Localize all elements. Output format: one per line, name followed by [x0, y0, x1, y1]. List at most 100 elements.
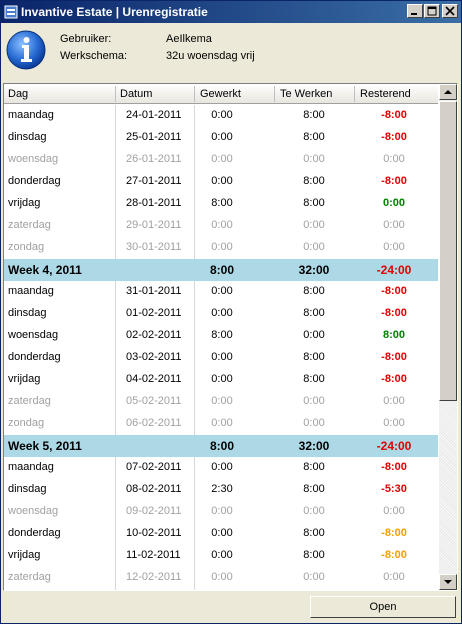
column-header-gewerkt[interactable]: Gewerkt	[200, 88, 241, 100]
cell-dag: woensdag	[8, 329, 59, 341]
cell-resterend: -8:00	[381, 307, 407, 319]
cell-tewerken: 8:00	[303, 131, 325, 143]
cell-gewerkt: 0:00	[211, 351, 233, 363]
cell-tewerken: 8:00	[303, 197, 325, 209]
open-button[interactable]: Open	[310, 596, 456, 618]
table-row[interactable]: dinsdag 25-01-2011 0:00 8:00 -8:00	[4, 127, 438, 149]
info-icon	[6, 30, 46, 70]
column-divider[interactable]	[115, 86, 116, 102]
table-row[interactable]: vrijdag 04-02-2011 0:00 8:00 -8:00	[4, 369, 438, 391]
scroll-down-button[interactable]	[439, 574, 457, 590]
table-row[interactable]: woensdag 09-02-2011 0:00 0:00 0:00	[4, 501, 438, 523]
cell-dag: woensdag	[8, 505, 59, 517]
week-summary-row[interactable]: Week 4, 2011 8:00 32:00 -24:00	[4, 259, 438, 281]
column-divider[interactable]	[194, 86, 195, 102]
cell-dag: maandag	[8, 109, 54, 121]
cell-resterend: -24:00	[376, 439, 412, 453]
cell-dag: zaterdag	[8, 395, 51, 407]
table-row[interactable]: donderdag 10-02-2011 0:00 8:00 -8:00	[4, 523, 438, 545]
close-button[interactable]	[442, 4, 458, 18]
table-row[interactable]: zondag 06-02-2011 0:00 0:00 0:00	[4, 413, 438, 435]
cell-resterend: -8:00	[381, 175, 407, 187]
cell-tewerken: 0:00	[303, 153, 325, 165]
arrow-up-icon	[444, 90, 452, 94]
cell-datum: 12-02-2011	[126, 571, 182, 583]
column-header-resterend[interactable]: Resterend	[360, 88, 411, 100]
column-header-tewerken[interactable]: Te Werken	[280, 88, 332, 100]
maximize-button[interactable]	[424, 4, 440, 18]
cell-datum: 29-01-2011	[126, 219, 182, 231]
cell-tewerken: 8:00	[303, 461, 325, 473]
cell-tewerken: 0:00	[303, 395, 325, 407]
week-summary-row[interactable]: Week 5, 2011 8:00 32:00 -24:00	[4, 435, 438, 457]
cell-dag: maandag	[8, 461, 54, 473]
cell-resterend: -8:00	[381, 527, 407, 539]
table-row[interactable]: woensdag 02-02-2011 8:00 0:00 8:00	[4, 325, 438, 347]
cell-datum: 26-01-2011	[126, 153, 182, 165]
cell-dag: zondag	[8, 241, 45, 253]
app-icon	[4, 5, 18, 19]
cell-dag: donderdag	[8, 527, 61, 539]
cell-dag: dinsdag	[8, 307, 47, 319]
cell-datum: 11-02-2011	[126, 549, 181, 561]
cell-gewerkt: 8:00	[209, 263, 235, 277]
cell-tewerken: 32:00	[298, 439, 330, 453]
cell-gewerkt: 0:00	[211, 307, 233, 319]
cell-resterend: 0:00	[383, 417, 405, 429]
cell-dag: Week 5, 2011	[8, 439, 82, 453]
column-header-datum[interactable]: Datum	[120, 88, 152, 100]
cell-gewerkt: 0:00	[211, 373, 233, 385]
cell-gewerkt: 8:00	[209, 439, 235, 453]
table-row[interactable]: vrijdag 28-01-2011 8:00 8:00 0:00	[4, 193, 438, 215]
table-row[interactable]: donderdag 27-01-2011 0:00 8:00 -8:00	[4, 171, 438, 193]
cell-tewerken: 8:00	[303, 373, 325, 385]
table-row[interactable]: zondag 30-01-2011 0:00 0:00 0:00	[4, 237, 438, 259]
maximize-icon	[427, 6, 437, 16]
minimize-icon	[411, 13, 417, 15]
minimize-button[interactable]	[407, 4, 423, 18]
werkschema-row: Werkschema: 32u woensdag vrij	[60, 50, 255, 62]
gebruiker-value: AeIlkema	[166, 33, 212, 45]
table-row[interactable]: maandag 07-02-2011 0:00 8:00 -8:00	[4, 457, 438, 479]
hours-grid[interactable]: Dag Datum Gewerkt Te Werken Resterend ma…	[3, 83, 458, 591]
cell-resterend: -8:00	[381, 285, 407, 297]
title-bar[interactable]: Invantive Estate | Urenregistratie	[1, 1, 461, 23]
column-divider[interactable]	[354, 86, 355, 102]
column-header-dag[interactable]: Dag	[8, 88, 28, 100]
table-row[interactable]: zaterdag 05-02-2011 0:00 0:00 0:00	[4, 391, 438, 413]
gebruiker-label: Gebruiker:	[60, 33, 112, 45]
vertical-scrollbar[interactable]	[439, 84, 457, 590]
table-row[interactable]: dinsdag 01-02-2011 0:00 8:00 -8:00	[4, 303, 438, 325]
cell-gewerkt: 0:00	[211, 285, 233, 297]
grid-header: Dag Datum Gewerkt Te Werken Resterend	[4, 84, 438, 104]
cell-resterend: 0:00	[383, 395, 405, 407]
table-row[interactable]: dinsdag 08-02-2011 2:30 8:00 -5:30	[4, 479, 438, 501]
window-title: Invantive Estate | Urenregistratie	[21, 5, 208, 19]
table-row[interactable]: woensdag 26-01-2011 0:00 0:00 0:00	[4, 149, 438, 171]
table-row[interactable]: vrijdag 11-02-2011 0:00 8:00 -8:00	[4, 545, 438, 567]
cell-gewerkt: 0:00	[211, 109, 233, 121]
cell-dag: Week 4, 2011	[8, 263, 82, 277]
cell-tewerken: 0:00	[303, 417, 325, 429]
table-row[interactable]: zaterdag 29-01-2011 0:00 0:00 0:00	[4, 215, 438, 237]
table-row[interactable]: zaterdag 12-02-2011 0:00 0:00 0:00	[4, 567, 438, 589]
cell-datum: 28-01-2011	[126, 197, 182, 209]
arrow-down-icon	[444, 580, 452, 584]
cell-resterend: 0:00	[383, 505, 405, 517]
cell-datum: 04-02-2011	[126, 373, 182, 385]
cell-datum: 31-01-2011	[126, 285, 182, 297]
cell-gewerkt: 0:00	[211, 527, 233, 539]
cell-dag: dinsdag	[8, 131, 47, 143]
table-row[interactable]: maandag 24-01-2011 0:00 8:00 -8:00	[4, 105, 438, 127]
column-divider[interactable]	[274, 86, 275, 102]
cell-datum: 10-02-2011	[126, 527, 182, 539]
cell-resterend: -8:00	[381, 109, 407, 121]
scroll-thumb[interactable]	[439, 101, 457, 401]
scroll-up-button[interactable]	[439, 84, 457, 100]
table-row[interactable]: donderdag 03-02-2011 0:00 8:00 -8:00	[4, 347, 438, 369]
info-header: Gebruiker: AeIlkema Werkschema: 32u woensd…	[1, 23, 461, 79]
cell-datum: 30-01-2011	[126, 241, 182, 253]
cell-datum: 02-02-2011	[126, 329, 182, 341]
table-row[interactable]: maandag 31-01-2011 0:00 8:00 -8:00	[4, 281, 438, 303]
cell-dag: vrijdag	[8, 549, 41, 561]
